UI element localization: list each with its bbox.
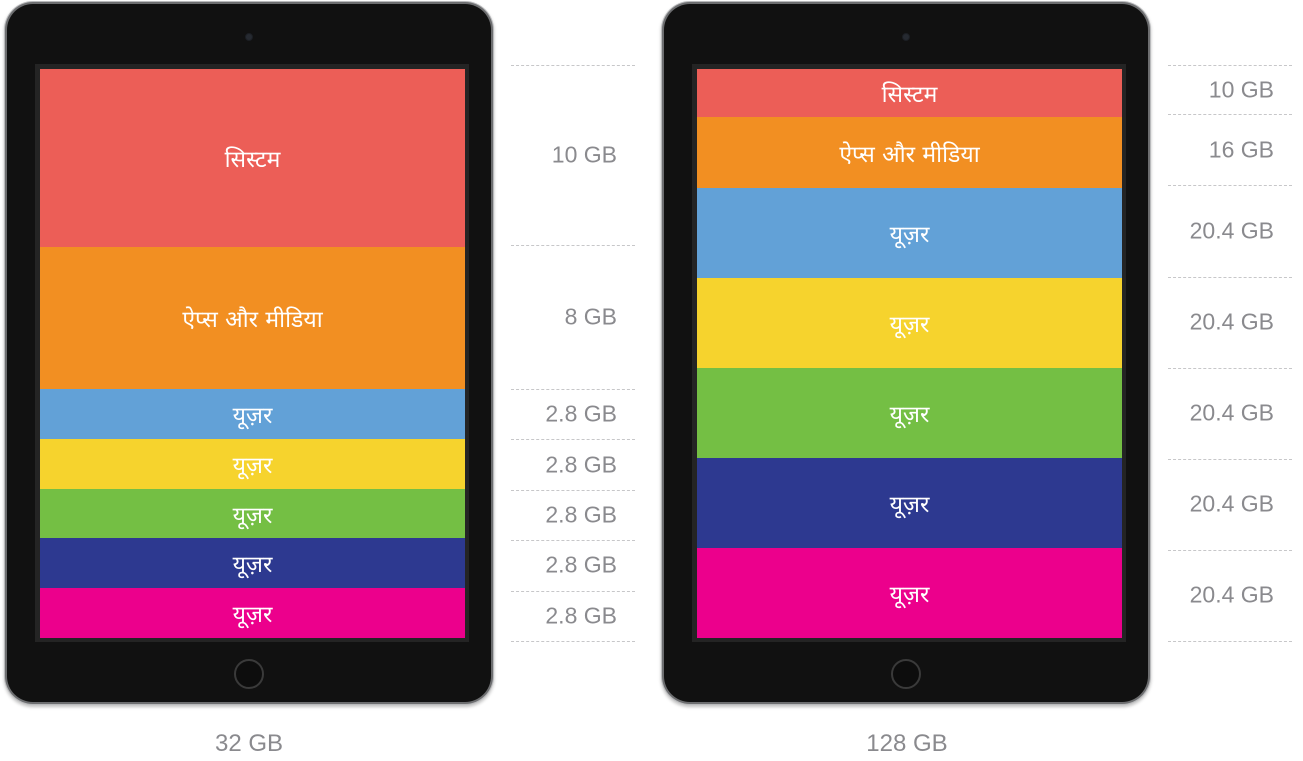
divider-line <box>511 65 635 66</box>
segment-label: सिस्टम <box>881 82 938 109</box>
ipad-32gb: सिस्टम ऐप्स और मीडिया यूज़र यूज़र यूज़र यूज़र… <box>7 4 491 702</box>
divider-line <box>1168 65 1292 66</box>
segment-label: यूज़र <box>889 492 930 518</box>
storage-segment: यूज़र <box>40 538 465 589</box>
storage-segment: यूज़र <box>697 278 1122 368</box>
segment-label: यूज़र <box>889 312 930 338</box>
screen-bezel: सिस्टम ऐप्स और मीडिया यूज़र यूज़र यूज़र यूज़र… <box>35 64 469 642</box>
segment-label: ऐप्स और मीडिया <box>182 306 323 333</box>
segment-size-label: 20.4 GB <box>1189 581 1274 608</box>
storage-segment: सिस्टम <box>40 69 465 247</box>
storage-segment: यूज़र <box>697 548 1122 638</box>
screen-bezel: सिस्टम ऐप्स और मीडिया यूज़र यूज़र यूज़र यूज़र… <box>692 64 1126 642</box>
storage-segment: यूज़र <box>40 389 465 439</box>
segment-label: यूज़र <box>889 222 930 248</box>
ipad-128gb: सिस्टम ऐप्स और मीडिया यूज़र यूज़र यूज़र यूज़र… <box>664 4 1148 702</box>
segment-size-label: 8 GB <box>564 303 617 330</box>
segment-size-label: 2.8 GB <box>545 400 617 427</box>
segment-size-label: 20.4 GB <box>1189 490 1274 517</box>
home-button-icon <box>891 659 921 689</box>
divider-line <box>511 439 635 441</box>
divider-line <box>1168 114 1292 115</box>
divider-line <box>1168 458 1292 460</box>
storage-segment: ऐप्स और मीडिया <box>697 117 1122 188</box>
segment-size-label: 2.8 GB <box>545 501 617 528</box>
storage-segment: यूज़र <box>697 188 1122 278</box>
segment-size-label: 10 GB <box>1208 76 1274 102</box>
segment-label: यूज़र <box>232 452 273 479</box>
storage-segment: सिस्टम <box>697 69 1122 118</box>
segment-label: ऐप्स और मीडिया <box>839 141 980 168</box>
storage-segment: यूज़र <box>40 588 465 638</box>
storage-screen: सिस्टम ऐप्स और मीडिया यूज़र यूज़र यूज़र यूज़र… <box>697 69 1122 638</box>
camera-icon <box>902 33 910 41</box>
divider-line <box>1168 641 1292 642</box>
segment-size-label: 20.4 GB <box>1189 308 1274 335</box>
capacity-label-128gb: 128 GB <box>866 730 948 757</box>
capacity-label-32gb: 32 GB <box>214 730 284 757</box>
segment-size-label: 2.8 GB <box>545 602 617 629</box>
divider-line <box>1168 367 1292 369</box>
divider-line <box>511 389 635 390</box>
size-labels-128gb: 10 GB 16 GB 20.4 GB 20.4 GB 20.4 GB 20.4 GB 20… <box>1168 0 1292 761</box>
segment-size-label: 16 GB <box>1208 136 1274 163</box>
divider-line <box>1168 185 1292 187</box>
divider-line <box>511 489 635 491</box>
segment-label: यूज़र <box>232 552 273 579</box>
segment-label: सिस्टम <box>224 146 281 173</box>
segment-label: यूज़र <box>232 502 273 529</box>
storage-segment: ऐप्स और मीडिया <box>40 246 465 390</box>
segment-label: यूज़र <box>889 582 930 608</box>
storage-segment: यूज़र <box>697 458 1122 548</box>
storage-segment: यूज़र <box>40 438 465 489</box>
home-button-icon <box>234 659 264 689</box>
storage-screen: सिस्टम ऐप्स और मीडिया यूज़र यूज़र यूज़र यूज़र… <box>40 69 465 638</box>
divider-line <box>511 245 635 246</box>
segment-size-label: 2.8 GB <box>545 451 617 478</box>
camera-icon <box>245 33 253 41</box>
divider-line <box>511 540 635 542</box>
divider-line <box>1168 276 1292 278</box>
segment-size-label: 2.8 GB <box>545 551 617 578</box>
storage-segment: यूज़र <box>40 488 465 539</box>
divider-line <box>511 590 635 592</box>
divider-line <box>1168 549 1292 551</box>
size-labels-32gb: 10 GB 8 GB 2.8 GB 2.8 GB 2.8 GB 2.8 GB 2.8 GB <box>511 0 635 761</box>
segment-size-label: 10 GB <box>551 141 617 168</box>
segment-label: यूज़र <box>232 602 273 629</box>
storage-segment: यूज़र <box>697 368 1122 458</box>
segment-size-label: 20.4 GB <box>1189 217 1274 244</box>
divider-line <box>511 641 635 642</box>
segment-size-label: 20.4 GB <box>1189 399 1274 426</box>
segment-label: यूज़र <box>889 402 930 428</box>
segment-label: यूज़र <box>232 402 273 429</box>
